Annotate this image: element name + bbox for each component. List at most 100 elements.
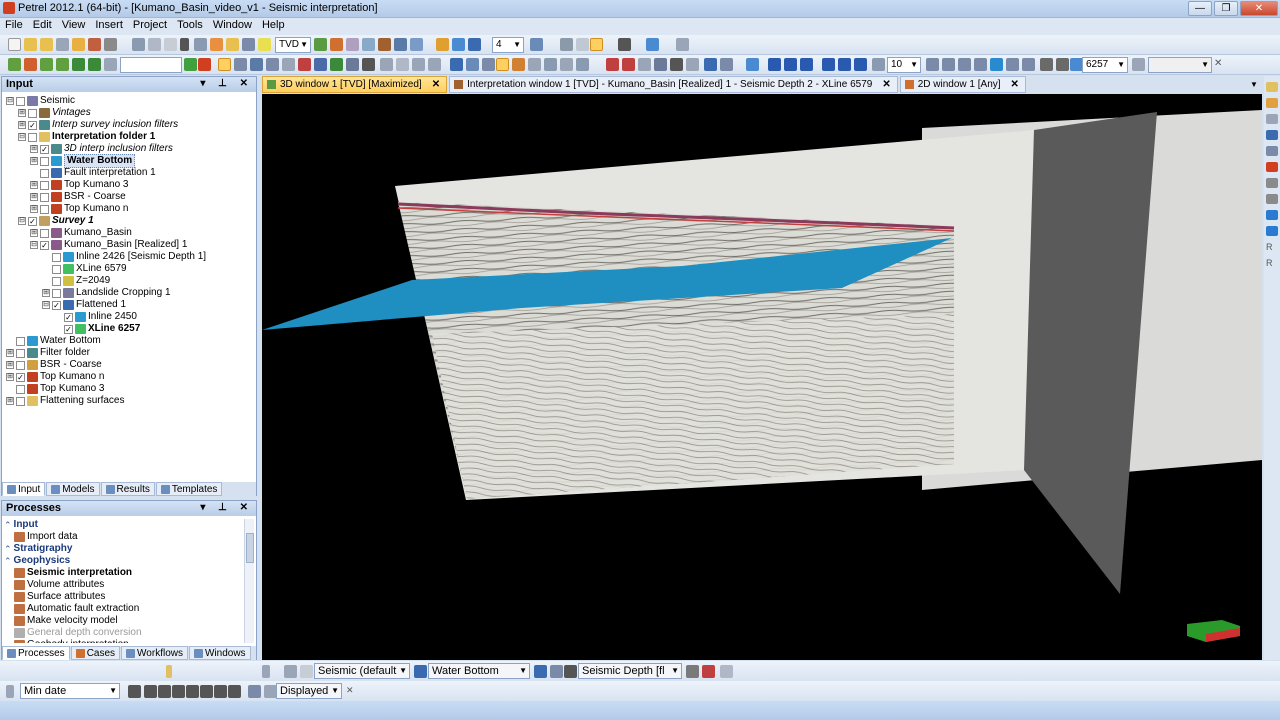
- open-folder-icon[interactable]: [40, 38, 53, 51]
- fault-edit-icon[interactable]: [638, 58, 651, 71]
- contour-icon[interactable]: [576, 58, 589, 71]
- nav-play-icon[interactable]: [822, 58, 835, 71]
- tree-item[interactable]: ⊟ ✓ Survey 1: [18, 215, 94, 227]
- go-icon[interactable]: [184, 58, 197, 71]
- tool-icon[interactable]: [534, 665, 547, 678]
- menu-insert[interactable]: Insert: [90, 18, 128, 35]
- close-tab-icon[interactable]: ✕: [432, 77, 440, 92]
- processes-panel-controls[interactable]: ▾ ⊥ ✕: [200, 501, 253, 515]
- number-combo[interactable]: 4 ▼: [492, 37, 524, 53]
- fault-delete-icon[interactable]: [670, 58, 683, 71]
- last-frame-icon[interactable]: [214, 685, 227, 698]
- slider-icon[interactable]: [166, 665, 172, 678]
- close-icon[interactable]: ✕: [346, 685, 359, 698]
- 3d-viewport[interactable]: [262, 94, 1262, 660]
- process-item[interactable]: Import data: [14, 531, 78, 543]
- tab-3d-window[interactable]: 3D window 1 [TVD] [Maximized] ✕: [262, 76, 448, 93]
- active-interp-icon[interactable]: [496, 58, 509, 71]
- open-icon[interactable]: [24, 38, 37, 51]
- note-icon[interactable]: [258, 38, 271, 51]
- print-icon[interactable]: [88, 38, 101, 51]
- window-function-icon[interactable]: [394, 38, 407, 51]
- visibility-checkbox[interactable]: [16, 384, 25, 394]
- axis-icon[interactable]: [560, 38, 573, 51]
- expand-toggle-icon[interactable]: ⊟: [18, 217, 26, 225]
- expand-toggle-icon[interactable]: ⊞: [6, 349, 14, 357]
- move-icon[interactable]: [646, 38, 659, 51]
- loop-icon[interactable]: [228, 685, 241, 698]
- process-item[interactable]: Geobody interpretation: [14, 639, 129, 643]
- new-project-icon[interactable]: [8, 38, 21, 51]
- tree-item[interactable]: ⊞ ✓ Top Kumano n: [6, 371, 105, 383]
- annotate-icon[interactable]: [720, 58, 733, 71]
- clear-icon[interactable]: ✕: [1214, 58, 1227, 71]
- step-forward-icon[interactable]: [200, 685, 213, 698]
- tree-item[interactable]: Top Kumano 3: [6, 383, 105, 395]
- process-group[interactable]: ⌃ Stratigraphy: [4, 543, 72, 555]
- process-item[interactable]: Surface attributes: [14, 591, 105, 603]
- first-frame-icon[interactable]: [128, 685, 141, 698]
- save2-icon[interactable]: [1266, 226, 1278, 236]
- zoom-icon[interactable]: [234, 58, 247, 71]
- tree-item[interactable]: ⊞ Top Kumano 3: [30, 179, 129, 191]
- seed-icon[interactable]: [330, 58, 343, 71]
- menu-window[interactable]: Window: [208, 18, 257, 35]
- window-3d-icon[interactable]: [314, 38, 327, 51]
- tree-item[interactable]: ✓ XLine 6257: [54, 323, 140, 335]
- tab-windows[interactable]: Windows: [188, 646, 251, 660]
- import-icon[interactable]: [210, 38, 223, 51]
- process-group[interactable]: ⌃ Input: [4, 519, 38, 531]
- window-layout-icon[interactable]: [410, 38, 423, 51]
- 3d-scene[interactable]: [262, 94, 1262, 660]
- tree-item[interactable]: Fault interpretation 1: [30, 167, 156, 179]
- visibility-checkbox[interactable]: [40, 156, 49, 166]
- expand-toggle-icon[interactable]: ⊞: [30, 205, 38, 213]
- back-icon[interactable]: [284, 665, 297, 678]
- visibility-checkbox[interactable]: ✓: [16, 372, 25, 382]
- visibility-checkbox[interactable]: ✓: [40, 144, 49, 154]
- stop-icon[interactable]: [172, 685, 185, 698]
- expand-toggle-icon[interactable]: ⊞: [30, 229, 38, 237]
- cross-icon[interactable]: [362, 58, 375, 71]
- cube-icon[interactable]: [450, 58, 463, 71]
- visibility-checkbox[interactable]: ✓: [40, 240, 49, 250]
- step-icon[interactable]: [40, 58, 53, 71]
- tree-item[interactable]: ⊞ Vintages: [18, 107, 91, 119]
- center-icon[interactable]: [436, 38, 449, 51]
- window-intersection-icon[interactable]: [362, 38, 375, 51]
- process-item[interactable]: Automatic fault extraction: [14, 603, 139, 615]
- expand-toggle-icon[interactable]: ⊞: [18, 121, 26, 129]
- tab-input[interactable]: Input: [2, 482, 46, 496]
- tree-item[interactable]: Water Bottom: [6, 335, 101, 347]
- page-icon[interactable]: [300, 665, 313, 678]
- measure-icon[interactable]: [482, 58, 495, 71]
- pencil-icon[interactable]: [1040, 58, 1053, 71]
- tab-templates[interactable]: Templates: [155, 482, 223, 496]
- slice-icon[interactable]: [926, 58, 939, 71]
- visibility-checkbox[interactable]: [16, 336, 25, 346]
- tree-item[interactable]: ✓ Inline 2450: [54, 311, 137, 323]
- expand-toggle-icon[interactable]: ⊟: [30, 241, 38, 249]
- run-icon[interactable]: [8, 58, 21, 71]
- tab-interpretation-window[interactable]: Interpretation window 1 [TVD] - Kumano_B…: [449, 76, 898, 93]
- folder-icon[interactable]: [1266, 82, 1278, 92]
- save-icon[interactable]: [1266, 210, 1278, 220]
- slice4-icon[interactable]: [974, 58, 987, 71]
- xline-combo[interactable]: 6257 ▼: [1082, 57, 1128, 73]
- visibility-checkbox[interactable]: ✓: [28, 216, 37, 226]
- minimize-button[interactable]: —: [1188, 1, 1212, 16]
- expand-icon[interactable]: [720, 665, 733, 678]
- pin-icon[interactable]: [262, 665, 270, 678]
- search-field[interactable]: [120, 57, 182, 73]
- paste-icon[interactable]: [164, 38, 177, 51]
- process-item[interactable]: Volume attributes: [14, 579, 104, 591]
- table-icon[interactable]: [530, 38, 543, 51]
- display-combo[interactable]: Displayed ▼: [276, 683, 342, 699]
- input-panel-controls[interactable]: ▾ ⊥ ✕: [200, 77, 253, 91]
- tool2-icon[interactable]: [550, 665, 563, 678]
- nav-next-fast-icon[interactable]: [854, 58, 867, 71]
- r-icon[interactable]: R: [1266, 242, 1278, 252]
- find-icon[interactable]: [194, 38, 207, 51]
- process-item[interactable]: Make velocity model: [14, 615, 118, 627]
- fault-stick-icon[interactable]: [606, 58, 619, 71]
